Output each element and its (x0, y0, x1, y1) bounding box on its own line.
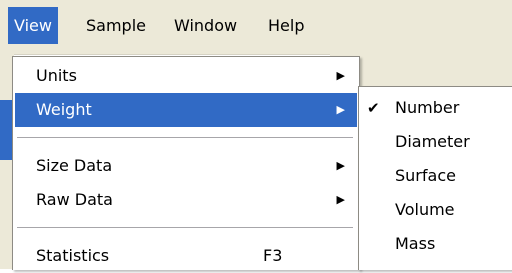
submenu-item-number[interactable]: ✔ Number (361, 91, 511, 125)
menu-separator (17, 137, 353, 139)
checkmark-icon: ✔ (367, 99, 380, 117)
submenu-item-surface[interactable]: Surface (361, 159, 511, 193)
menu-item-statistics[interactable]: Statistics F3 (15, 239, 357, 273)
menu-item-units[interactable]: Units ▶ (15, 59, 357, 93)
submenu-item-label: Number (395, 98, 460, 117)
menu-item-label: Size Data (36, 156, 113, 175)
menu-separator (17, 227, 353, 229)
menu-item-label: Raw Data (36, 190, 113, 209)
arrow-right-icon: ▶ (336, 69, 345, 82)
submenu-item-volume[interactable]: Volume (361, 193, 511, 227)
menu-help[interactable]: Help (262, 7, 310, 44)
menu-help-label: Help (268, 16, 305, 35)
arrow-right-icon: ▶ (336, 193, 345, 206)
menu-item-raw-data[interactable]: Raw Data ▶ (15, 183, 357, 217)
shortcut-label: F3 (263, 246, 283, 265)
menu-window[interactable]: Window (168, 7, 243, 44)
menu-view[interactable]: View (8, 7, 58, 44)
submenu-item-label: Surface (395, 166, 456, 185)
submenu-item-label: Mass (395, 234, 436, 253)
menu-window-label: Window (174, 16, 238, 35)
menu-item-label: Weight (36, 100, 92, 119)
menu-item-label: Units (36, 66, 77, 85)
menu-bar: View Sample Window Help (0, 0, 512, 55)
submenu-item-label: Diameter (395, 132, 470, 151)
menu-item-size-data[interactable]: Size Data ▶ (15, 149, 357, 183)
arrow-right-icon: ▶ (336, 103, 345, 116)
weight-submenu: ✔ Number Diameter Surface Volume Mass (358, 86, 512, 270)
menu-view-label: View (14, 16, 52, 35)
submenu-item-mass[interactable]: Mass (361, 227, 511, 261)
menu-sample-label: Sample (86, 16, 146, 35)
view-menu: Units ▶ Weight ▶ Size Data ▶ Raw Data ▶ … (12, 56, 360, 270)
arrow-right-icon: ▶ (336, 159, 345, 172)
submenu-item-diameter[interactable]: Diameter (361, 125, 511, 159)
submenu-item-label: Volume (395, 200, 455, 219)
menu-sample[interactable]: Sample (80, 7, 152, 44)
menu-item-weight[interactable]: Weight ▶ (15, 93, 357, 127)
menu-item-label: Statistics (36, 246, 110, 265)
